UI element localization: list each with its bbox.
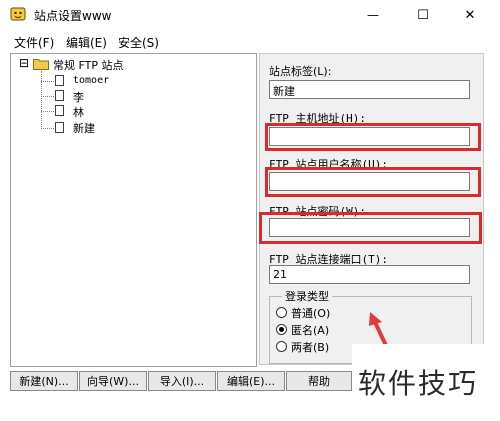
radio-anonymous-indicator[interactable] (276, 324, 287, 335)
site-file-icon (55, 105, 64, 116)
site-label-input[interactable]: 新建 (269, 80, 470, 99)
login-type-title: 登录类型 (282, 288, 332, 304)
radio-anonymous-label: 匿名(A) (291, 324, 330, 337)
tree-connector (41, 128, 54, 129)
radio-both-label: 两者(B) (291, 341, 330, 354)
new-button[interactable]: 新建(N)... (10, 371, 78, 391)
site-file-icon (55, 75, 64, 86)
tree-connector (41, 96, 54, 97)
site-label-caption: 站点标签(L): (269, 65, 332, 78)
username-input[interactable] (269, 172, 470, 191)
watermark-text: 软件技巧 (358, 367, 479, 400)
edit-button[interactable]: 编辑(E)... (217, 371, 285, 391)
help-button[interactable]: 帮助 (286, 371, 352, 391)
import-button[interactable]: 导入(I)... (148, 371, 216, 391)
collapse-toggle-icon[interactable]: ⊟ (19, 56, 29, 70)
menu-file[interactable]: 文件(F) (14, 34, 54, 51)
site-file-icon (55, 122, 64, 133)
radio-both-indicator[interactable] (276, 341, 287, 352)
window-title: 站点设置www (34, 9, 112, 23)
tree-item-lin[interactable]: 林 (73, 104, 84, 120)
wizard-button[interactable]: 向导(W)... (79, 371, 147, 391)
title-bar: 站点设置www — ☐ ✕ (0, 0, 500, 30)
site-file-icon (55, 90, 64, 101)
minimize-button[interactable]: — (358, 4, 388, 26)
tree-item-new[interactable]: 新建 (73, 120, 95, 136)
tree-root-label[interactable]: 常规 FTP 站点 (53, 57, 123, 73)
site-tree[interactable]: ⊟ 常规 FTP 站点 tomoer 李 林 新建 (10, 53, 257, 367)
app-icon (10, 6, 26, 22)
maximize-icon: ☐ (417, 7, 429, 23)
menu-security[interactable]: 安全(S) (118, 34, 159, 51)
radio-normal-label: 普通(O) (291, 307, 331, 320)
tree-connector (41, 111, 54, 112)
minimize-icon: — (367, 8, 379, 22)
password-input[interactable] (269, 218, 470, 237)
menu-bar: 文件(F) 编辑(E) 安全(S) (0, 30, 500, 52)
tree-item-tomoer[interactable]: tomoer (73, 75, 109, 86)
tree-connector (41, 71, 42, 129)
maximize-button[interactable]: ☐ (408, 4, 438, 26)
host-input[interactable] (269, 127, 470, 146)
close-button[interactable]: ✕ (455, 4, 485, 26)
close-icon: ✕ (464, 7, 476, 23)
tree-connector (41, 81, 54, 82)
menu-edit[interactable]: 编辑(E) (66, 34, 107, 51)
radio-normal-indicator[interactable] (276, 307, 287, 318)
port-input[interactable]: 21 (269, 265, 470, 284)
tree-item-li[interactable]: 李 (73, 89, 84, 105)
